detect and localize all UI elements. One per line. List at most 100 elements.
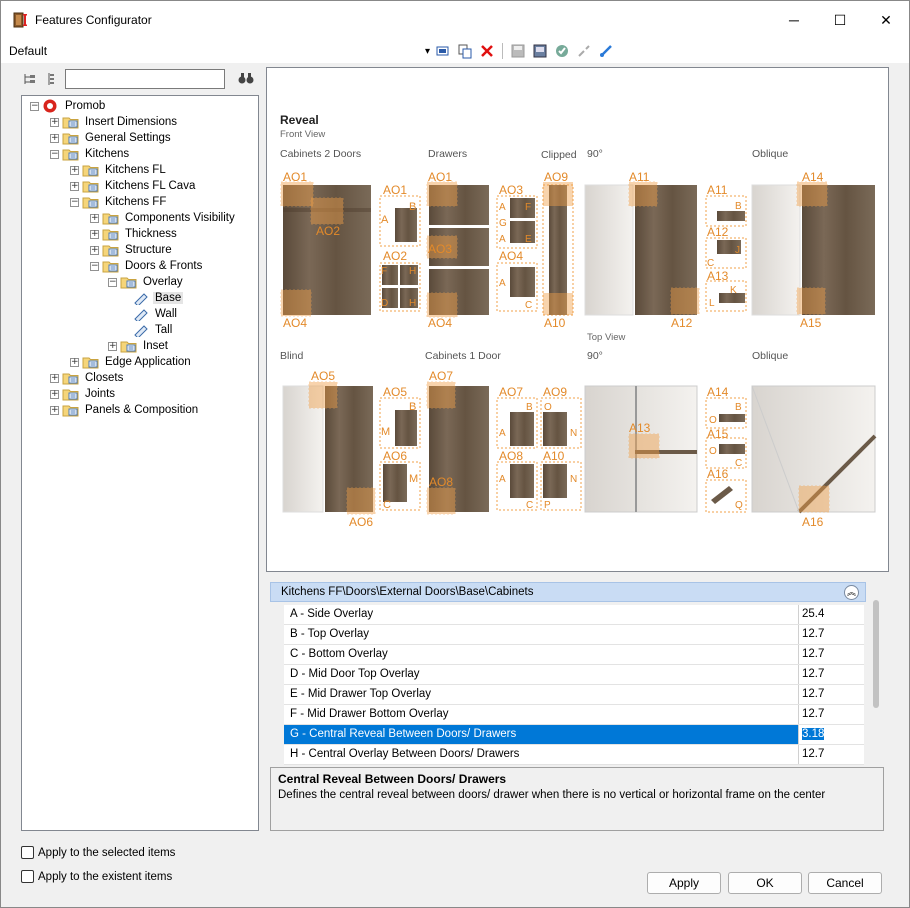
maximize-button[interactable]: ☐ — [817, 1, 863, 39]
tree-item[interactable]: − Overlay — [108, 274, 185, 290]
tree-item[interactable]: + Kitchens FL Cava — [70, 178, 197, 194]
expand-icon[interactable]: + — [90, 229, 99, 239]
svg-text:AO9: AO9 — [543, 385, 567, 399]
expand-icon[interactable]: + — [70, 357, 79, 367]
svg-text:P: P — [544, 500, 551, 511]
svg-text:A15: A15 — [800, 316, 822, 330]
grid-scrollbar[interactable] — [873, 600, 879, 708]
checkbox-box[interactable] — [21, 846, 34, 859]
oblique-top-figure: A16 — [751, 385, 877, 529]
search-input[interactable] — [65, 69, 225, 89]
collapse-all-icon[interactable] — [45, 72, 59, 89]
property-name: C - Bottom Overlay — [290, 648, 388, 660]
svg-text:B: B — [526, 402, 533, 413]
tree-item[interactable]: − Promob — [30, 98, 107, 114]
delete-icon[interactable] — [478, 42, 496, 60]
property-row[interactable]: G - Central Reveal Between Doors/ Drawer… — [284, 725, 864, 745]
tree-item[interactable]: + Thickness — [90, 226, 179, 242]
expand-icon[interactable]: + — [70, 181, 79, 191]
apply-check-icon[interactable] — [553, 42, 571, 60]
minimize-button[interactable]: ─ — [771, 1, 817, 39]
tree-item[interactable]: Base — [132, 290, 184, 307]
tree-item[interactable]: + Joints — [50, 386, 117, 402]
collapse-icon[interactable]: − — [50, 149, 59, 159]
expand-icon[interactable]: + — [50, 117, 59, 127]
tree-item[interactable]: + Edge Application — [70, 354, 193, 370]
tree-item[interactable]: + Kitchens FL — [70, 162, 168, 178]
property-row[interactable]: E - Mid Drawer Top Overlay 12.7 — [284, 685, 864, 705]
expand-icon[interactable]: + — [90, 213, 99, 223]
tree-item[interactable]: − Doors & Fronts — [90, 258, 204, 274]
svg-text:H: H — [409, 266, 416, 277]
apply-selected-checkbox[interactable]: Apply to the selected items — [21, 846, 175, 859]
svg-text:AO1: AO1 — [283, 170, 307, 184]
property-row[interactable]: B - Top Overlay 12.7 — [284, 625, 864, 645]
property-row[interactable]: H - Central Overlay Between Doors/ Drawe… — [284, 745, 864, 765]
property-value-field[interactable]: 12.7 — [798, 665, 864, 684]
tree-item-label: Insert Dimensions — [85, 116, 178, 128]
svg-text:M: M — [381, 426, 390, 438]
apply-existent-checkbox[interactable]: Apply to the existent items — [21, 870, 172, 883]
folder-icon — [102, 211, 120, 225]
property-row[interactable]: D - Mid Door Top Overlay 12.7 — [284, 665, 864, 685]
svg-text:A11: A11 — [629, 170, 650, 184]
profile-selector[interactable]: Default — [9, 44, 47, 58]
tree-item[interactable]: + Closets — [50, 370, 125, 386]
copy-profile-icon[interactable] — [456, 42, 474, 60]
tree-item-label: Structure — [125, 244, 172, 256]
collapse-icon[interactable]: − — [30, 101, 39, 111]
close-button[interactable]: ✕ — [863, 1, 909, 39]
tree-item[interactable]: − Kitchens FF — [70, 194, 168, 210]
property-row[interactable]: A - Side Overlay 25.4 — [284, 605, 864, 625]
ok-button[interactable]: OK — [728, 872, 802, 894]
expand-icon[interactable]: + — [108, 341, 117, 351]
tree-item[interactable]: + Components Visibility — [90, 210, 237, 226]
property-value-field[interactable]: 25.4 — [798, 605, 864, 624]
svg-text:AO1: AO1 — [383, 183, 407, 197]
connect-icon[interactable] — [597, 42, 615, 60]
collapse-icon[interactable]: − — [70, 197, 79, 207]
expand-icon[interactable]: + — [50, 389, 59, 399]
profile-dropdown-icon[interactable]: ▾ — [425, 46, 430, 57]
window-title: Features Configurator — [35, 13, 152, 27]
collapse-icon[interactable]: − — [90, 261, 99, 271]
property-value-field[interactable]: 12.7 — [798, 685, 864, 704]
edit-profile-icon[interactable] — [434, 42, 452, 60]
expand-icon[interactable]: + — [70, 165, 79, 175]
collapse-icon[interactable]: − — [108, 277, 117, 287]
tree-item[interactable]: Tall — [132, 322, 174, 339]
property-value-field[interactable]: 3.18 — [798, 725, 864, 744]
expand-icon[interactable]: + — [50, 405, 59, 415]
tree-item-label: Promob — [65, 100, 106, 112]
apply-button[interactable]: Apply — [647, 872, 721, 894]
tree-item[interactable]: + Inset — [108, 338, 170, 354]
property-value-field[interactable]: 12.7 — [798, 705, 864, 724]
expand-icon[interactable]: + — [50, 133, 59, 143]
svg-text:AO4: AO4 — [499, 249, 523, 263]
expand-all-icon[interactable] — [23, 72, 37, 89]
tree-item[interactable]: + Panels & Composition — [50, 402, 200, 418]
svg-text:A10: A10 — [544, 316, 566, 330]
cancel-button[interactable]: Cancel — [808, 872, 882, 894]
checkbox-box[interactable] — [21, 870, 34, 883]
property-value-field[interactable]: 12.7 — [798, 645, 864, 664]
property-value-field[interactable]: 12.7 — [798, 745, 864, 764]
svg-text:A12: A12 — [707, 225, 729, 239]
expand-icon[interactable]: + — [50, 373, 59, 383]
property-row[interactable]: C - Bottom Overlay 12.7 — [284, 645, 864, 665]
tree-item[interactable]: + General Settings — [50, 130, 173, 146]
property-value-field[interactable]: 12.7 — [798, 625, 864, 644]
svg-text:AO1: AO1 — [428, 170, 452, 184]
tree-item[interactable]: − Kitchens — [50, 146, 131, 162]
expand-icon[interactable]: + — [90, 245, 99, 255]
property-row[interactable]: F - Mid Drawer Bottom Overlay 12.7 — [284, 705, 864, 725]
tree-item[interactable]: Wall — [132, 306, 179, 323]
tree-item[interactable]: + Structure — [90, 242, 174, 258]
tree-item-label: Doors & Fronts — [125, 260, 203, 272]
find-binoculars-icon[interactable] — [238, 71, 254, 88]
property-name: G - Central Reveal Between Doors/ Drawer… — [284, 725, 798, 744]
collapse-chevron-icon[interactable]: ︽ — [844, 585, 859, 600]
folder-icon — [102, 227, 120, 241]
export-icon[interactable] — [531, 42, 549, 60]
tree-item[interactable]: + Insert Dimensions — [50, 114, 179, 130]
